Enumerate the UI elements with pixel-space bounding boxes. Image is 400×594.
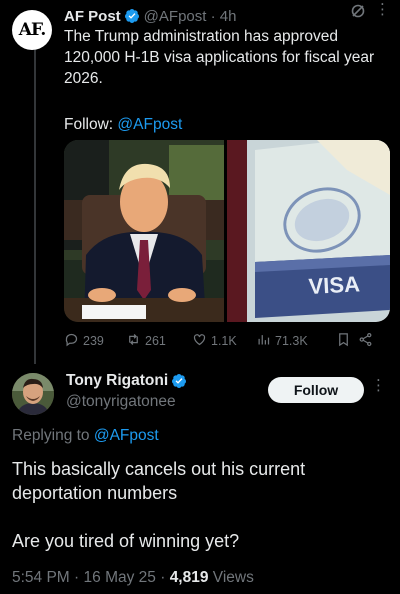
like-count: 1.1K	[211, 334, 237, 348]
replying-to-link[interactable]: @AFpost	[94, 427, 159, 444]
reply-date[interactable]: 16 May 25	[84, 569, 156, 586]
reply-more-options-icon[interactable]: ⋮	[371, 376, 386, 396]
views-button[interactable]: 71.3K	[256, 332, 336, 350]
reply-count: 239	[83, 334, 104, 348]
reply-icon	[64, 332, 79, 350]
reply-tweet-footer: 5:54 PM · 16 May 25 · 4,819 Views	[12, 569, 254, 587]
views-chart-icon	[256, 332, 271, 350]
parent-tweet-header: AF Post @AFpost · 4h	[64, 6, 390, 26]
photo-of-passport-visa[interactable]: VISA	[227, 140, 390, 322]
reply-author-name-row: Tony Rigatoni	[66, 372, 191, 390]
share-icon	[358, 332, 373, 350]
thread-connector-line	[34, 46, 36, 364]
footer-separator: ·	[69, 569, 84, 586]
parent-tweet-actions: 239 261 1.1K 71.3K	[64, 330, 390, 352]
reply-author-name[interactable]: Tony Rigatoni	[66, 372, 168, 390]
bookmark-icon	[336, 332, 351, 350]
parent-more-options-icon[interactable]: ⋮	[375, 0, 390, 20]
reply-time[interactable]: 5:54 PM	[12, 569, 70, 586]
share-button[interactable]	[358, 332, 373, 350]
tony-rigatoni-avatar[interactable]	[12, 373, 54, 415]
verified-badge-icon	[171, 373, 187, 389]
visa-text: VISA	[308, 271, 361, 299]
parent-tweet-text: The Trump administration has approved 12…	[64, 28, 375, 87]
follow-prefix: Follow:	[64, 116, 118, 133]
heart-icon	[192, 332, 207, 350]
follow-button[interactable]: Follow	[268, 377, 364, 403]
reply-button[interactable]: 239	[64, 332, 126, 350]
meta-separator: ·	[206, 7, 220, 25]
views-count: 71.3K	[275, 334, 308, 348]
reply-tweet-text: This basically cancels out his current d…	[12, 459, 306, 551]
repost-icon	[126, 332, 141, 350]
parent-follow-line: Follow: @AFpost	[64, 114, 182, 135]
replying-to-line: Replying to @AFpost	[12, 427, 159, 445]
repost-button[interactable]: 261	[126, 332, 192, 350]
parent-tweet-media[interactable]: VISA	[64, 140, 390, 322]
reply-views-count: 4,819	[169, 569, 209, 586]
follow-mention-link[interactable]: @AFpost	[117, 116, 182, 133]
afpost-avatar[interactable]: AF.	[12, 10, 52, 50]
footer-separator: ·	[155, 569, 170, 586]
photo-of-man-at-desk[interactable]	[64, 140, 224, 322]
reply-author-handle[interactable]: @tonyrigatonee	[66, 393, 176, 411]
replying-prefix: Replying to	[12, 427, 94, 444]
grok-icon[interactable]	[350, 3, 366, 19]
bookmark-button[interactable]	[336, 332, 358, 350]
reply-views-label: Views	[212, 569, 254, 586]
parent-author-handle[interactable]: @AFpost	[144, 8, 207, 25]
repost-count: 261	[145, 334, 166, 348]
parent-author-name[interactable]: AF Post	[64, 8, 121, 25]
like-button[interactable]: 1.1K	[192, 332, 256, 350]
parent-tweet-time[interactable]: 4h	[220, 8, 237, 25]
verified-badge-icon	[124, 8, 140, 24]
